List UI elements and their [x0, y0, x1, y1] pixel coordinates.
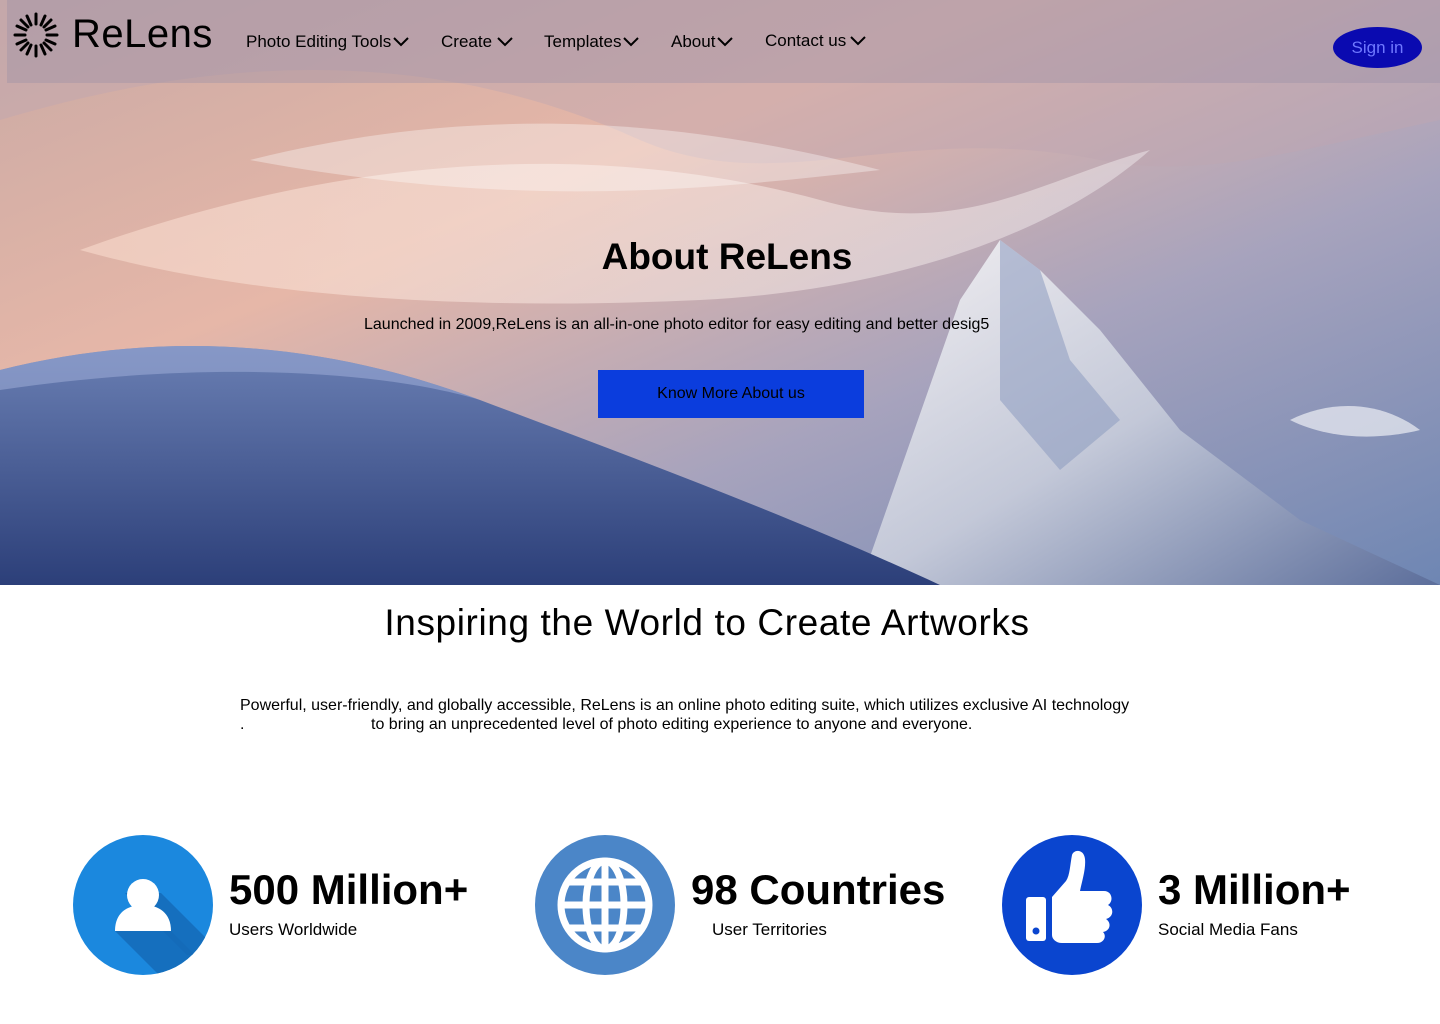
nav-photo-editing-tools[interactable]: Photo Editing Tools	[246, 31, 409, 53]
nav-templates[interactable]: Templates	[544, 31, 640, 53]
know-more-button[interactable]: Know More About us	[598, 370, 864, 418]
stat-label-users: Users Worldwide	[229, 920, 358, 939]
section-description: Powerful, user-friendly, and globally ac…	[240, 696, 1200, 734]
chevron-down-icon	[497, 37, 513, 47]
hero-subtitle: Launched in 2009,ReLens is an all-in-one…	[364, 316, 990, 333]
sunburst-logo-icon[interactable]	[12, 11, 60, 59]
hero-title: About ReLens	[601, 236, 853, 277]
description-line-1: Powerful, user-friendly, and globally ac…	[240, 697, 1130, 714]
description-line-2-text: to bring an unprecedented level of photo…	[371, 716, 973, 733]
globe-icon	[535, 835, 675, 975]
chevron-down-icon	[717, 37, 734, 47]
nav-label: Contact us	[765, 31, 847, 50]
stat-label-fans: Social Media Fans	[1158, 920, 1298, 939]
description-dot: .	[240, 716, 245, 733]
user-icon	[73, 835, 213, 975]
nav-label: About	[671, 32, 716, 51]
chevron-down-icon	[850, 36, 866, 46]
hero-background-image	[0, 0, 1440, 585]
thumbs-up-icon	[1002, 835, 1142, 975]
chevron-down-icon	[623, 37, 640, 47]
hero-section: ReLens Photo Editing Tools Create Templa…	[0, 0, 1440, 585]
description-line-2: . to bring an unprecedented level of phot…	[240, 715, 1200, 734]
nav-label: Create	[441, 32, 493, 51]
nav-contact-us[interactable]: Contact us	[765, 30, 866, 52]
nav-label: Templates	[544, 32, 622, 51]
nav-label: Photo Editing Tools	[246, 32, 392, 51]
nav-about[interactable]: About	[671, 31, 734, 53]
stat-value-users: 500 Million+	[229, 866, 469, 913]
section-title: Inspiring the World to Create Artworks	[384, 602, 1030, 643]
stat-label-countries: User Territories	[712, 920, 827, 939]
stat-value-fans: 3 Million+	[1158, 866, 1351, 913]
chevron-down-icon	[393, 37, 409, 47]
stat-value-countries: 98 Countries	[691, 866, 946, 913]
nav-create[interactable]: Create	[441, 31, 513, 53]
brand-name[interactable]: ReLens	[72, 12, 213, 57]
sign-in-button[interactable]: Sign in	[1333, 27, 1422, 68]
